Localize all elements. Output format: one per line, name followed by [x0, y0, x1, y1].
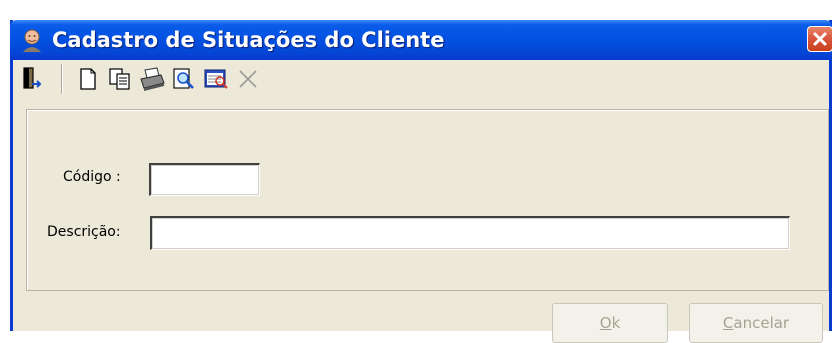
print-button[interactable] — [139, 67, 165, 91]
delete-x-icon — [239, 70, 257, 88]
exit-door-icon — [23, 67, 42, 89]
magnifier-icon — [173, 68, 194, 89]
copy-button[interactable] — [107, 67, 133, 91]
toolbar — [13, 60, 829, 98]
ok-mnemonic: O — [599, 314, 612, 332]
app-icon — [20, 28, 44, 52]
search-button[interactable] — [203, 67, 229, 91]
window-title: Cadastro de Situações do Cliente — [52, 28, 445, 52]
descricao-field[interactable] — [150, 216, 790, 250]
search-list-icon — [204, 69, 228, 89]
delete-button[interactable] — [235, 67, 261, 91]
dialog-window: Cadastro de Situações do Cliente Código … — [10, 20, 832, 343]
cancel-mnemonic: C — [722, 314, 734, 332]
cancel-label: ancelar — [733, 314, 790, 332]
new-button[interactable] — [75, 67, 101, 91]
descricao-label: Descrição: — [47, 224, 121, 240]
ok-label: k — [611, 314, 621, 332]
printer-icon — [140, 67, 165, 91]
toolbar-separator — [61, 64, 63, 94]
codigo-field[interactable] — [149, 163, 260, 196]
title-bar[interactable]: Cadastro de Situações do Cliente — [10, 20, 832, 60]
ok-button[interactable]: Ok — [552, 303, 668, 343]
preview-button[interactable] — [171, 67, 197, 91]
copy-icon — [109, 68, 130, 90]
close-button[interactable] — [807, 26, 832, 52]
codigo-label: Código : — [63, 169, 121, 185]
form-panel: Código : Descrição: — [26, 109, 829, 291]
exit-button[interactable] — [19, 67, 45, 91]
close-icon — [813, 32, 827, 46]
cancel-button[interactable]: Cancelar — [689, 303, 823, 343]
new-document-icon — [80, 68, 96, 90]
